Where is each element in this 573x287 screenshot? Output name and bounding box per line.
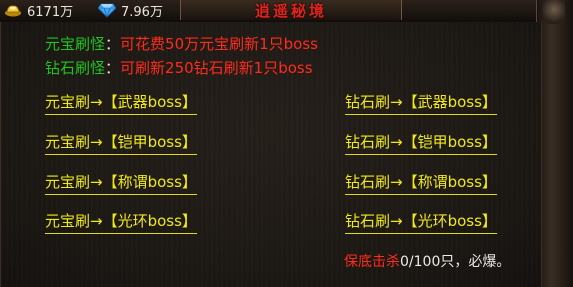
guarantee-kill-progress: 0/100只，必爆。 [400, 254, 511, 270]
yuanbao-title-boss-button[interactable]: 元宝刷→【称谓boss】 [45, 172, 197, 195]
gold-value: 6171万 [27, 4, 74, 20]
zuanshi-colon: ： [105, 59, 121, 77]
top-bar: 6171万 7.96万 逍遥秘境 [0, 0, 573, 23]
zuanshi-info-line: 钻石刷怪：可刷新250钻石刷新1只boss [45, 58, 313, 78]
main-panel: 元宝刷怪：可花费50万元宝刷新1只boss 钻石刷怪：可刷新250钻石刷新1只b… [0, 22, 542, 287]
yuanbao-label: 元宝刷怪 [45, 35, 106, 53]
diamond-icon [98, 2, 116, 18]
zuanshi-armor-boss-button[interactable]: 钻石刷→【铠甲boss】 [345, 132, 497, 155]
yuanbao-desc: 可花费50万元宝刷新1只boss [120, 35, 318, 53]
guarantee-kill-label: 保底击杀 [344, 254, 400, 270]
yuanbao-armor-boss-button[interactable]: 元宝刷→【铠甲boss】 [45, 132, 197, 155]
yuanbao-colon: ： [105, 35, 121, 53]
diamond-currency: 7.96万 [98, 0, 163, 20]
zuanshi-title-boss-button[interactable]: 钻石刷→【称谓boss】 [345, 172, 497, 195]
yuanbao-halo-boss-button[interactable]: 元宝刷→【光环boss】 [45, 211, 197, 234]
page-title: 逍遥秘境 [254, 1, 327, 20]
diamond-value: 7.96万 [121, 4, 163, 20]
zuanshi-halo-boss-button[interactable]: 钻石刷→【光环boss】 [345, 211, 497, 234]
title-plate: 逍遥秘境 [180, 0, 402, 20]
zuanshi-weapon-boss-button[interactable]: 钻石刷→【武器boss】 [345, 92, 497, 115]
zuanshi-label: 钻石刷怪 [45, 59, 106, 77]
gold-ingot-icon [4, 2, 22, 18]
gold-currency: 6171万 [4, 0, 73, 20]
yuanbao-info-line: 元宝刷怪：可花费50万元宝刷新1只boss [45, 34, 318, 54]
yuanbao-weapon-boss-button[interactable]: 元宝刷→【武器boss】 [45, 92, 197, 115]
guarantee-kill-status: 保底击杀0/100只，必爆。 [344, 252, 510, 272]
zuanshi-desc: 可刷新250钻石刷新1只boss [120, 59, 313, 77]
